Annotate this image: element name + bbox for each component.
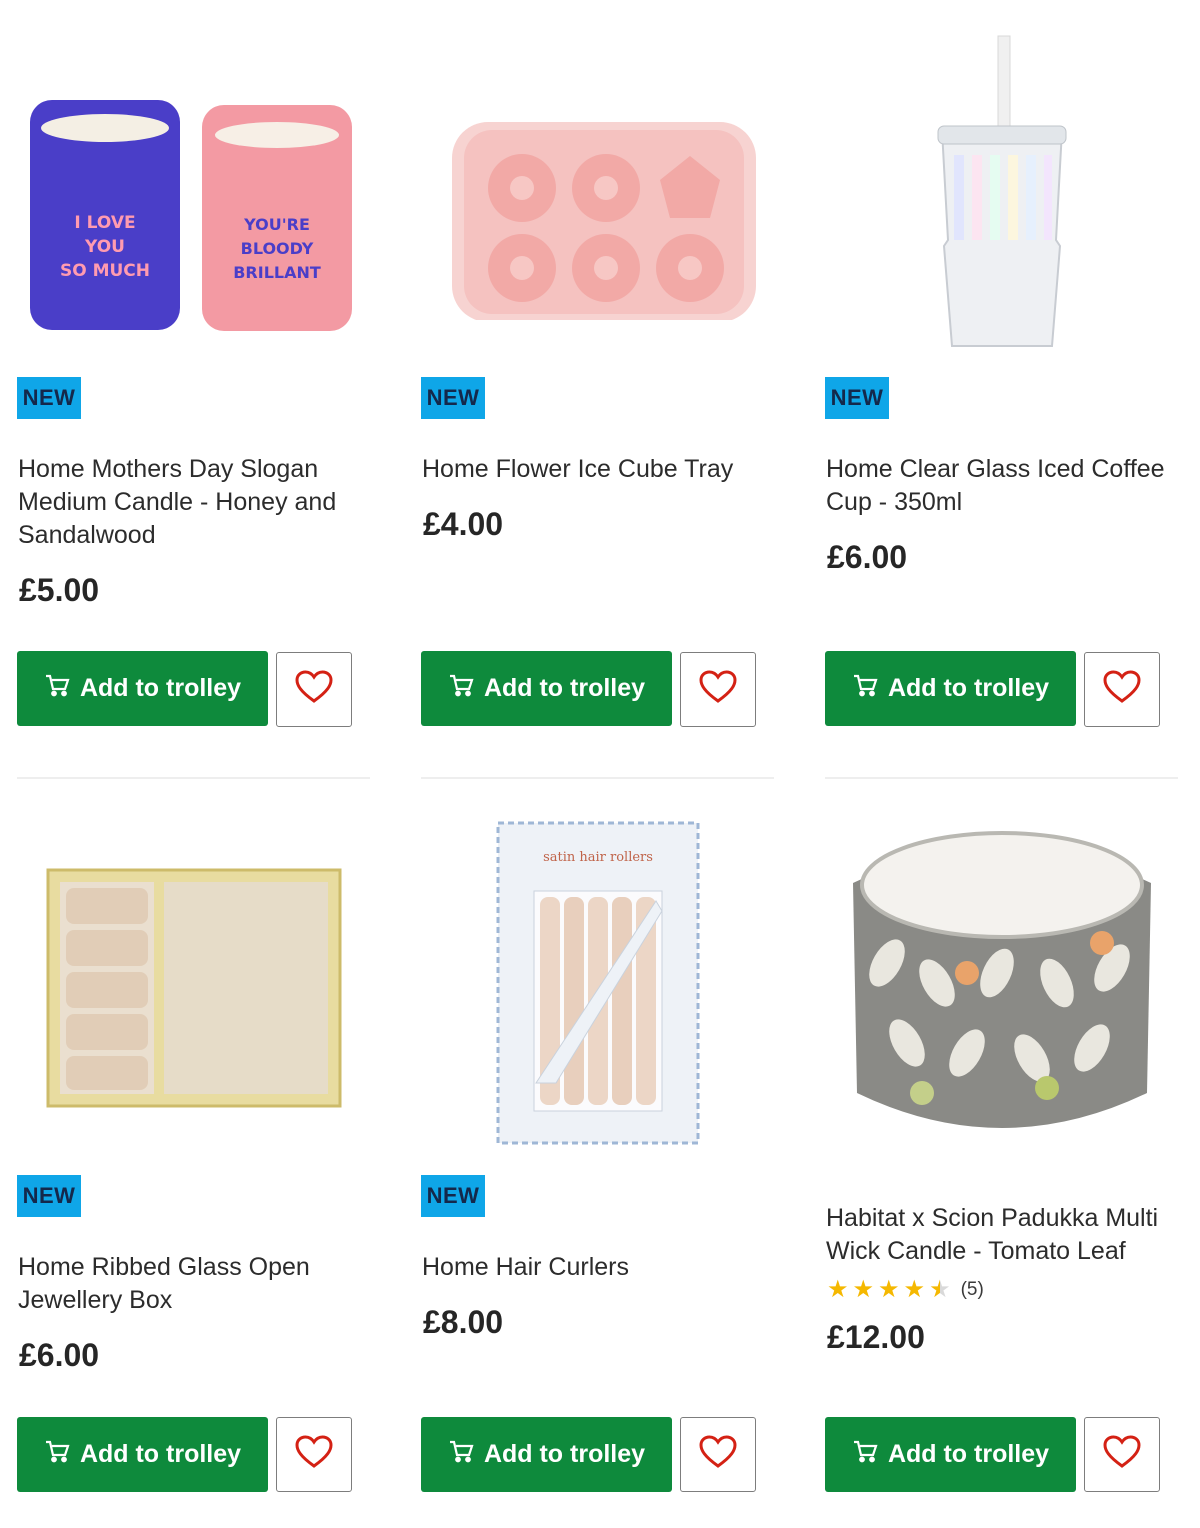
- add-to-trolley-label: Add to trolley: [887, 1440, 1050, 1468]
- favourite-button[interactable]: [680, 1417, 756, 1492]
- star-icon: ★: [878, 1276, 900, 1303]
- svg-text:BRILLANT: BRILLANT: [233, 263, 321, 282]
- favourite-button[interactable]: [1084, 1417, 1160, 1492]
- product-title[interactable]: Home Ribbed Glass Open Jewellery Box: [18, 1251, 370, 1317]
- trolley-icon: [448, 1438, 474, 1471]
- add-to-trolley-button[interactable]: Add to trolley: [421, 651, 672, 726]
- svg-text:SO MUCH: SO MUCH: [60, 261, 150, 281]
- add-to-trolley-label: Add to trolley: [79, 1440, 242, 1468]
- product-title[interactable]: Home Hair Curlers: [422, 1251, 774, 1284]
- heart-icon: [699, 670, 737, 709]
- product-title[interactable]: Habitat x Scion Padukka Multi Wick Candl…: [826, 1202, 1178, 1268]
- box-label: satin hair rollers: [543, 850, 653, 865]
- add-to-trolley-button[interactable]: Add to trolley: [17, 651, 268, 726]
- product-title[interactable]: Home Flower Ice Cube Tray: [422, 453, 774, 486]
- favourite-button[interactable]: [680, 652, 756, 727]
- add-to-trolley-label: Add to trolley: [887, 674, 1050, 702]
- trolley-icon: [448, 672, 474, 705]
- star-icon: ★: [852, 1276, 875, 1303]
- product-price: £6.00: [827, 539, 908, 575]
- product-price: £4.00: [423, 506, 504, 542]
- favourite-button[interactable]: [276, 1417, 352, 1492]
- product-image[interactable]: [825, 818, 1179, 1148]
- add-to-trolley-label: Add to trolley: [79, 674, 242, 702]
- product-image[interactable]: I LOVE YOU SO MUCH YOU'RE BLOODY BRILLAN…: [17, 60, 371, 360]
- add-to-trolley-button[interactable]: Add to trolley: [421, 1417, 672, 1492]
- new-badge: NEW: [17, 1175, 81, 1217]
- product-price: £5.00: [19, 572, 100, 608]
- star-icon: ★: [903, 1276, 926, 1303]
- product-price: £12.00: [827, 1319, 925, 1355]
- favourite-button[interactable]: [1084, 652, 1160, 727]
- product-image[interactable]: [825, 20, 1179, 360]
- svg-text:I LOVE: I LOVE: [74, 213, 135, 233]
- new-badge: NEW: [825, 377, 889, 419]
- row-divider: [825, 777, 1178, 779]
- product-image[interactable]: satin hair rollers: [421, 818, 775, 1148]
- heart-icon: [1103, 1435, 1141, 1474]
- new-badge: NEW: [17, 377, 81, 419]
- trolley-icon: [44, 1438, 70, 1471]
- svg-text:YOU: YOU: [84, 237, 125, 257]
- svg-text:YOU'RE: YOU'RE: [243, 215, 310, 234]
- star-icon: ★: [827, 1276, 849, 1303]
- heart-icon: [1103, 670, 1141, 709]
- row-divider: [17, 777, 370, 779]
- add-to-trolley-button[interactable]: Add to trolley: [825, 1417, 1076, 1492]
- heart-icon: [295, 670, 333, 709]
- add-to-trolley-button[interactable]: Add to trolley: [17, 1417, 268, 1492]
- add-to-trolley-button[interactable]: Add to trolley: [825, 651, 1076, 726]
- product-price: £8.00: [423, 1304, 504, 1340]
- trolley-icon: [44, 672, 70, 705]
- add-to-trolley-label: Add to trolley: [483, 674, 646, 702]
- add-to-trolley-label: Add to trolley: [483, 1440, 646, 1468]
- rating-count: (5): [960, 1279, 984, 1300]
- svg-text:BLOODY: BLOODY: [241, 239, 314, 258]
- trolley-icon: [852, 672, 878, 705]
- new-badge: NEW: [421, 377, 485, 419]
- star-icon: ★: [929, 1276, 951, 1303]
- product-price: £6.00: [19, 1337, 100, 1373]
- product-image[interactable]: [17, 818, 371, 1158]
- trolley-icon: [852, 1438, 878, 1471]
- row-divider: [421, 777, 774, 779]
- favourite-button[interactable]: [276, 652, 352, 727]
- product-title[interactable]: Home Mothers Day Slogan Medium Candle - …: [18, 453, 370, 552]
- star-rating[interactable]: ★ ★ ★ ★ ★ (5): [827, 1278, 984, 1302]
- new-badge: NEW: [421, 1175, 485, 1217]
- product-title[interactable]: Home Clear Glass Iced Coffee Cup - 350ml: [826, 453, 1178, 519]
- product-image[interactable]: [421, 60, 775, 360]
- heart-icon: [699, 1435, 737, 1474]
- heart-icon: [295, 1435, 333, 1474]
